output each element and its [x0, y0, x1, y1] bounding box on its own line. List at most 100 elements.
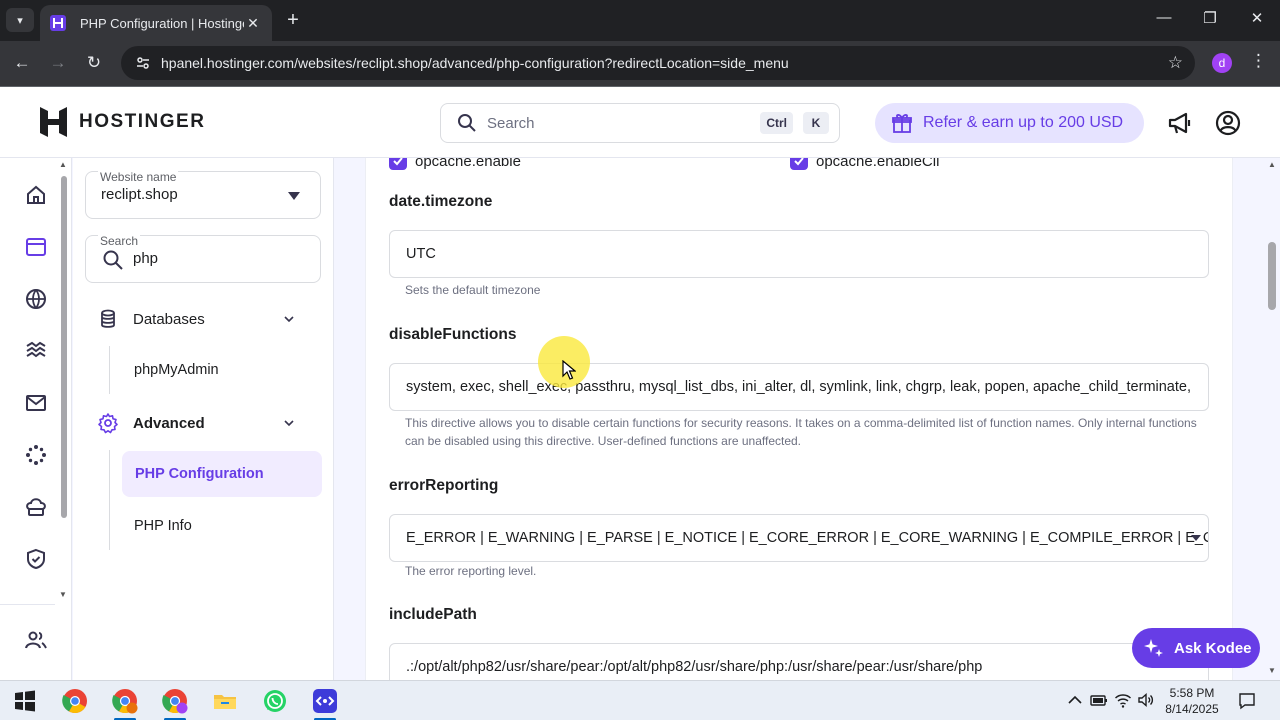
email-icon[interactable] — [24, 391, 48, 415]
address-bar: ← → ↻ hpanel.hostinger.com/websites/recl… — [0, 41, 1280, 87]
whatsapp-icon[interactable] — [262, 688, 288, 714]
url-text: hpanel.hostinger.com/websites/reclipt.sh… — [161, 55, 789, 71]
error-reporting-select[interactable]: E_ERROR | E_WARNING | E_PARSE | E_NOTICE… — [389, 514, 1209, 562]
chevron-down-icon — [284, 316, 294, 323]
opcache-enable-checkbox[interactable]: opcache.enable — [389, 158, 521, 170]
scroll-down-icon[interactable]: ▼ — [1268, 666, 1276, 675]
ai-sparkle-icon[interactable] — [24, 443, 48, 467]
shortcut-ctrl: Ctrl — [760, 112, 793, 134]
bookmark-star-icon[interactable]: ☆ — [1168, 53, 1183, 73]
chrome-profile-n-icon[interactable] — [112, 688, 138, 714]
users-icon[interactable] — [24, 628, 48, 652]
wifi-icon[interactable] — [1114, 691, 1132, 709]
website-selector-label: Website name — [98, 170, 179, 184]
os-taskbar: 5:58 PM 8/14/2025 — [0, 680, 1280, 720]
file-explorer-icon[interactable] — [212, 688, 238, 714]
chrome-icon[interactable] — [62, 688, 88, 714]
notifications-icon[interactable] — [1238, 692, 1256, 710]
opcache-enablecli-checkbox[interactable]: opcache.enableCli — [790, 158, 939, 170]
tree-line — [109, 450, 110, 550]
option-help-disable-functions: This directive allows you to disable cer… — [405, 416, 1197, 448]
checkbox-checked-icon — [790, 158, 808, 170]
account-icon[interactable] — [1214, 109, 1242, 137]
profile-avatar[interactable]: d — [1212, 53, 1232, 73]
hosting-waves-icon[interactable] — [24, 339, 48, 363]
app-header: HOSTINGER Search Ctrl K Refer & earn up … — [0, 87, 1280, 158]
code-app-icon[interactable] — [312, 688, 338, 714]
sidebar-group-advanced[interactable]: Advanced — [97, 408, 309, 438]
option-title-error-reporting: errorReporting — [389, 477, 499, 494]
back-icon[interactable]: ← — [11, 52, 33, 74]
rail-scrollbar[interactable] — [61, 176, 67, 518]
sidebar-group-databases[interactable]: Databases — [97, 304, 309, 334]
website-selector[interactable]: Website name reclipt.shop — [85, 170, 321, 219]
refer-earn-button[interactable]: Refer & earn up to 200 USD — [875, 103, 1144, 143]
site-info-icon[interactable] — [135, 55, 151, 71]
rail-divider — [0, 604, 55, 605]
hostinger-logo[interactable]: HOSTINGER — [40, 107, 205, 137]
secondary-sidebar: Website name reclipt.shop Search php Dat… — [73, 158, 334, 680]
new-tab-icon[interactable]: + — [282, 8, 304, 32]
icon-rail: ▲ ▼ — [0, 158, 72, 680]
volume-icon[interactable] — [1137, 691, 1155, 709]
gift-icon — [892, 114, 912, 133]
include-path-input[interactable]: .:/opt/alt/php82/usr/share/pear:/opt/alt… — [389, 643, 1209, 680]
sidebar-item-phpmyadmin[interactable]: phpMyAdmin — [121, 347, 321, 393]
refer-label: Refer & earn up to 200 USD — [923, 114, 1124, 131]
page-scroll-thumb[interactable] — [1268, 242, 1276, 310]
minimize-icon[interactable]: — — [1154, 9, 1174, 26]
sidebar-search[interactable]: Search php — [85, 234, 321, 283]
hostinger-mark-icon — [40, 107, 67, 137]
caret-down-icon — [1191, 535, 1201, 541]
sidebar-search-value: php — [133, 250, 159, 267]
globe-icon[interactable] — [24, 287, 48, 311]
option-title-include-path: includePath — [389, 606, 477, 623]
clock-time: 5:58 PM — [1169, 686, 1215, 700]
forward-icon[interactable]: → — [47, 52, 69, 74]
reload-icon[interactable]: ↻ — [83, 52, 105, 74]
window-close-icon[interactable]: ✕ — [1247, 9, 1267, 27]
checkbox-checked-icon — [389, 158, 407, 170]
show-hidden-icons-icon[interactable] — [1066, 691, 1084, 709]
clock-date: 8/14/2025 — [1165, 702, 1219, 716]
rail-scroll-down-icon[interactable]: ▼ — [59, 590, 67, 599]
sidebar-item-php-configuration[interactable]: PHP Configuration — [122, 451, 322, 497]
timezone-input[interactable]: UTC — [389, 230, 1209, 278]
megaphone-icon[interactable] — [1166, 109, 1194, 137]
kodee-sparkle-icon — [1144, 639, 1163, 657]
disable-functions-input[interactable]: system, exec, shell_exec, passthru, mysq… — [389, 363, 1209, 411]
ask-kodee-label: Ask Kodee — [1174, 639, 1252, 657]
scroll-up-icon[interactable]: ▲ — [1268, 160, 1276, 169]
battery-icon[interactable] — [1090, 691, 1108, 709]
browser-menu-icon[interactable]: ⋮ — [1250, 51, 1267, 71]
shield-check-icon[interactable] — [24, 547, 48, 571]
sidebar-search-label: Search — [98, 234, 141, 248]
tab-search-icon[interactable]: ▾ — [6, 8, 34, 32]
browser-tab[interactable]: PHP Configuration | Hostinger ✕ — [40, 5, 272, 41]
search-icon — [103, 250, 123, 270]
php-options-card: opcache.enable opcache.enableCli date.ti… — [365, 158, 1233, 680]
sidebar-group-label: Databases — [133, 310, 205, 328]
windows-start-icon[interactable] — [12, 688, 38, 714]
ask-kodee-button[interactable]: Ask Kodee — [1132, 628, 1260, 668]
option-help-error-reporting: The error reporting level. — [405, 564, 537, 578]
restore-icon[interactable]: ❐ — [1200, 9, 1220, 27]
tree-line — [109, 346, 110, 394]
tab-close-icon[interactable]: ✕ — [244, 15, 262, 32]
sidebar-item-php-info[interactable]: PHP Info — [121, 503, 321, 549]
checkbox-label: opcache.enableCli — [816, 158, 940, 170]
websites-icon[interactable] — [24, 235, 48, 259]
option-title-disable-functions: disableFunctions — [389, 326, 517, 343]
chevron-down-icon — [284, 420, 294, 427]
home-icon[interactable] — [24, 183, 48, 207]
cloud-server-icon[interactable] — [24, 495, 48, 519]
url-field[interactable]: hpanel.hostinger.com/websites/reclipt.sh… — [121, 46, 1195, 80]
page-scrollbar[interactable]: ▲ ▼ — [1262, 158, 1280, 680]
shortcut-k: K — [803, 112, 829, 134]
option-help-timezone: Sets the default timezone — [405, 283, 541, 297]
rail-scroll-up-icon[interactable]: ▲ — [59, 160, 67, 169]
chrome-profile-d-icon[interactable] — [162, 688, 188, 714]
global-search[interactable]: Search Ctrl K — [440, 103, 840, 143]
sidebar-group-label: Advanced — [133, 414, 205, 432]
system-clock[interactable]: 5:58 PM 8/14/2025 — [1160, 685, 1224, 717]
